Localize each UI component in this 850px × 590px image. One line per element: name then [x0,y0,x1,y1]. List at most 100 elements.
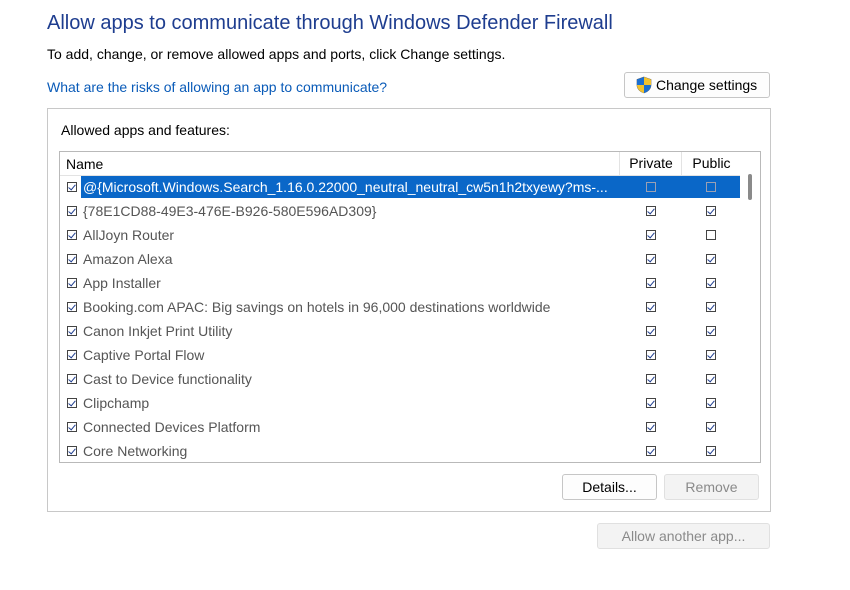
public-checkbox[interactable] [706,446,716,456]
enabled-checkbox[interactable] [67,422,77,432]
allow-another-app-button[interactable]: Allow another app... [597,523,770,549]
public-checkbox[interactable] [706,182,716,192]
public-checkbox[interactable] [706,398,716,408]
checkbox-box [706,422,716,432]
checkbox-box [646,398,656,408]
checkbox-box [67,278,77,288]
list-header: Name Private Public [60,152,740,176]
checkbox-box [67,302,77,312]
list-item[interactable]: Connected Devices Platform [60,416,740,440]
checkbox-box [646,206,656,216]
list-item[interactable]: Booking.com APAC: Big savings on hotels … [60,296,740,320]
public-checkbox[interactable] [706,350,716,360]
remove-button[interactable]: Remove [664,474,759,500]
enabled-checkbox[interactable] [67,302,77,312]
checkbox-box [646,254,656,264]
vertical-scrollbar[interactable] [740,152,760,462]
checkbox-box [646,230,656,240]
column-header-public[interactable]: Public [681,152,741,175]
app-name: Cast to Device functionality [83,371,252,387]
public-checkbox[interactable] [706,302,716,312]
private-checkbox[interactable] [646,206,656,216]
checkbox-box [646,350,656,360]
checkbox-box [706,302,716,312]
private-checkbox[interactable] [646,278,656,288]
page-title: Allow apps to communicate through Window… [47,12,613,34]
column-header-name[interactable]: Name [66,156,103,172]
list-item[interactable]: Amazon Alexa [60,248,740,272]
enabled-checkbox[interactable] [67,182,77,192]
list-item[interactable]: Core Networking [60,440,740,462]
public-checkbox[interactable] [706,206,716,216]
allowed-apps-label: Allowed apps and features: [61,122,230,138]
checkbox-box [67,446,77,456]
public-checkbox[interactable] [706,278,716,288]
checkbox-box [67,422,77,432]
enabled-checkbox[interactable] [67,230,77,240]
private-checkbox[interactable] [646,350,656,360]
public-checkbox[interactable] [706,326,716,336]
list-item[interactable]: App Installer [60,272,740,296]
private-checkbox[interactable] [646,326,656,336]
risks-link[interactable]: What are the risks of allowing an app to… [47,79,387,95]
checkbox-box [67,374,77,384]
checkbox-box [646,446,656,456]
checkbox-box [706,278,716,288]
public-checkbox[interactable] [706,374,716,384]
checkbox-box [67,254,77,264]
public-checkbox[interactable] [706,422,716,432]
enabled-checkbox[interactable] [67,374,77,384]
change-settings-button[interactable]: Change settings [624,72,770,98]
public-checkbox[interactable] [706,230,716,240]
checkbox-box [706,374,716,384]
app-name: Clipchamp [83,395,150,411]
private-checkbox[interactable] [646,254,656,264]
list-item[interactable]: Captive Portal Flow [60,344,740,368]
checkbox-box [706,398,716,408]
private-checkbox[interactable] [646,446,656,456]
enabled-checkbox[interactable] [67,278,77,288]
allowed-apps-list[interactable]: Name Private Public @{Microsoft.Windows.… [59,151,761,463]
list-rows: @{Microsoft.Windows.Search_1.16.0.22000_… [60,176,740,462]
checkbox-box [706,230,716,240]
scrollbar-thumb[interactable] [748,174,752,200]
checkbox-box [646,326,656,336]
app-name: {78E1CD88-49E3-476E-B926-580E596AD309} [83,203,377,219]
change-settings-label: Change settings [656,77,758,93]
page-subtitle: To add, change, or remove allowed apps a… [47,46,506,62]
enabled-checkbox[interactable] [67,206,77,216]
checkbox-box [67,350,77,360]
list-item[interactable]: Clipchamp [60,392,740,416]
app-name: Amazon Alexa [83,251,173,267]
app-name: Connected Devices Platform [83,419,261,435]
list-item[interactable]: @{Microsoft.Windows.Search_1.16.0.22000_… [60,176,740,200]
list-item[interactable]: AllJoyn Router [60,224,740,248]
public-checkbox[interactable] [706,254,716,264]
enabled-checkbox[interactable] [67,398,77,408]
checkbox-box [706,254,716,264]
private-checkbox[interactable] [646,374,656,384]
checkbox-box [706,206,716,216]
details-button[interactable]: Details... [562,474,657,500]
private-checkbox[interactable] [646,182,656,192]
column-header-private[interactable]: Private [619,152,682,175]
list-item[interactable]: Canon Inkjet Print Utility [60,320,740,344]
list-item[interactable]: {78E1CD88-49E3-476E-B926-580E596AD309} [60,200,740,224]
checkbox-box [67,182,77,192]
checkbox-box [706,326,716,336]
enabled-checkbox[interactable] [67,326,77,336]
checkbox-box [646,374,656,384]
private-checkbox[interactable] [646,302,656,312]
checkbox-box [706,446,716,456]
enabled-checkbox[interactable] [67,350,77,360]
enabled-checkbox[interactable] [67,254,77,264]
checkbox-box [67,206,77,216]
app-name: Canon Inkjet Print Utility [83,323,233,339]
enabled-checkbox[interactable] [67,446,77,456]
private-checkbox[interactable] [646,230,656,240]
checkbox-box [646,422,656,432]
private-checkbox[interactable] [646,422,656,432]
list-item[interactable]: Cast to Device functionality [60,368,740,392]
private-checkbox[interactable] [646,398,656,408]
app-name: Captive Portal Flow [83,347,205,363]
